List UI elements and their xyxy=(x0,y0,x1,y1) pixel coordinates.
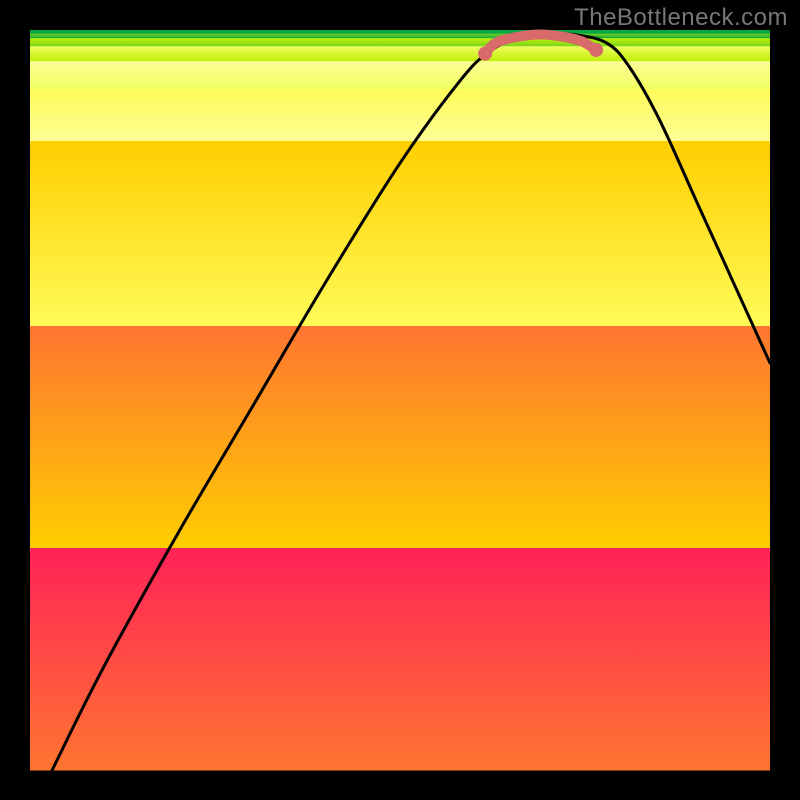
heat-band xyxy=(30,89,770,141)
heat-band xyxy=(30,61,770,90)
heat-band xyxy=(30,46,770,61)
heat-band xyxy=(30,34,770,39)
optimal-endpoint-dot xyxy=(478,47,492,61)
chart-frame: TheBottleneck.com xyxy=(0,0,800,800)
heat-band xyxy=(30,141,770,327)
bottleneck-chart xyxy=(0,0,800,800)
heat-band xyxy=(30,38,770,47)
heat-band xyxy=(30,548,770,771)
heat-band xyxy=(30,326,770,549)
optimal-endpoint-dot xyxy=(589,43,603,57)
watermark-text: TheBottleneck.com xyxy=(574,4,788,32)
